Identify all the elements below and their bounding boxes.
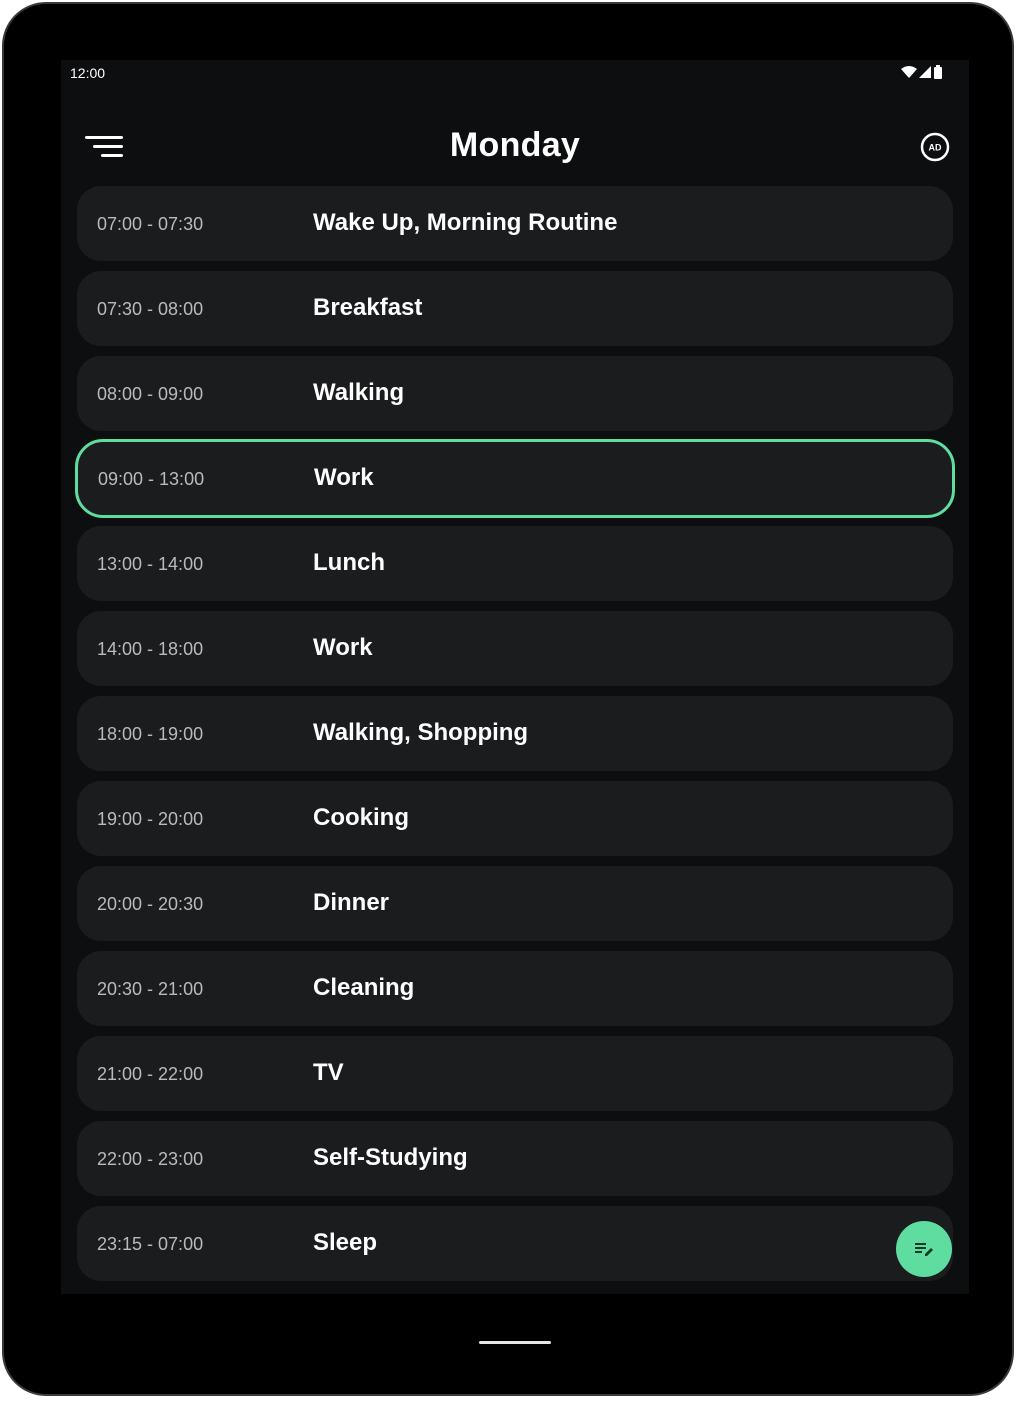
edit-schedule-button[interactable] [896, 1221, 952, 1277]
schedule-item-time: 19:00 - 20:00 [97, 809, 204, 829]
status-icons [901, 65, 943, 79]
app-screen: 12:00 Monday AD 07:00 - 07:30 Wake Up, M… [61, 60, 969, 1294]
schedule-item-time: 21:00 - 22:00 [97, 1064, 204, 1084]
schedule-item-time: 14:00 - 18:00 [97, 639, 204, 659]
schedule-item-title: Wake Up, Morning Routine [313, 209, 618, 236]
schedule-item-time: 18:00 - 19:00 [97, 724, 204, 744]
wifi-icon [901, 66, 917, 78]
schedule-item-title: Sleep [313, 1229, 378, 1256]
schedule-item[interactable]: 07:00 - 07:30 Wake Up, Morning Routine [77, 186, 953, 261]
ad-button[interactable]: AD [919, 131, 951, 163]
schedule-item[interactable]: 07:30 - 08:00 Breakfast [77, 271, 953, 346]
schedule-item-title: Walking, Shopping [313, 719, 529, 746]
page-title: Monday [449, 126, 581, 164]
status-bar: 12:00 [61, 60, 969, 86]
signal-icon [919, 66, 931, 78]
schedule-item[interactable]: 08:00 - 09:00 Walking [77, 356, 953, 431]
schedule-list: 07:00 - 07:30 Wake Up, Morning Routine 07:… [75, 186, 955, 1291]
schedule-item-time: 08:00 - 09:00 [97, 384, 204, 404]
schedule-item-title: Cooking [313, 804, 409, 831]
schedule-item[interactable]: 18:00 - 19:00 Walking, Shopping [77, 696, 953, 771]
schedule-item-title: Walking [313, 379, 405, 406]
battery-icon [934, 65, 942, 79]
ad-label: AD [929, 143, 942, 153]
home-indicator[interactable] [479, 1341, 551, 1344]
schedule-item-time: 23:15 - 07:00 [97, 1234, 204, 1254]
schedule-item-title: Cleaning [313, 974, 415, 1001]
schedule-item-time: 20:00 - 20:30 [97, 894, 204, 914]
schedule-item-title: Work [313, 634, 373, 661]
schedule-item[interactable]: 23:15 - 07:00 Sleep [77, 1206, 953, 1281]
schedule-item-time: 22:00 - 23:00 [97, 1149, 204, 1169]
schedule-item-time: 20:30 - 21:00 [97, 979, 204, 999]
schedule-item[interactable]: 20:00 - 20:30 Dinner [77, 866, 953, 941]
schedule-item[interactable]: 20:30 - 21:00 Cleaning [77, 951, 953, 1026]
schedule-item-time: 07:30 - 08:00 [97, 299, 204, 319]
ad-badge-icon: AD [920, 132, 950, 162]
schedule-item-time: 13:00 - 14:00 [97, 554, 204, 574]
schedule-item[interactable]: 09:00 - 13:00 Work [75, 439, 955, 518]
schedule-item[interactable]: 14:00 - 18:00 Work [77, 611, 953, 686]
schedule-item-title: Lunch [313, 549, 385, 576]
schedule-item-title: Breakfast [313, 294, 423, 321]
schedule-item-title: TV [313, 1059, 344, 1086]
schedule-item-time: 07:00 - 07:30 [97, 214, 204, 234]
schedule-item[interactable]: 19:00 - 20:00 Cooking [77, 781, 953, 856]
schedule-item-title: Work [314, 464, 374, 491]
edit-list-icon [915, 1243, 933, 1256]
schedule-item[interactable]: 13:00 - 14:00 Lunch [77, 526, 953, 601]
schedule-item-time: 09:00 - 13:00 [98, 469, 205, 489]
schedule-item[interactable]: 21:00 - 22:00 TV [77, 1036, 953, 1111]
schedule-item-title: Dinner [313, 889, 390, 916]
schedule-item-title: Self-Studying [313, 1144, 468, 1171]
status-time: 12:00 [70, 65, 106, 81]
schedule-item[interactable]: 22:00 - 23:00 Self-Studying [77, 1121, 953, 1196]
device-frame: 12:00 Monday AD 07:00 - 07:30 Wake Up, M… [2, 2, 1014, 1396]
